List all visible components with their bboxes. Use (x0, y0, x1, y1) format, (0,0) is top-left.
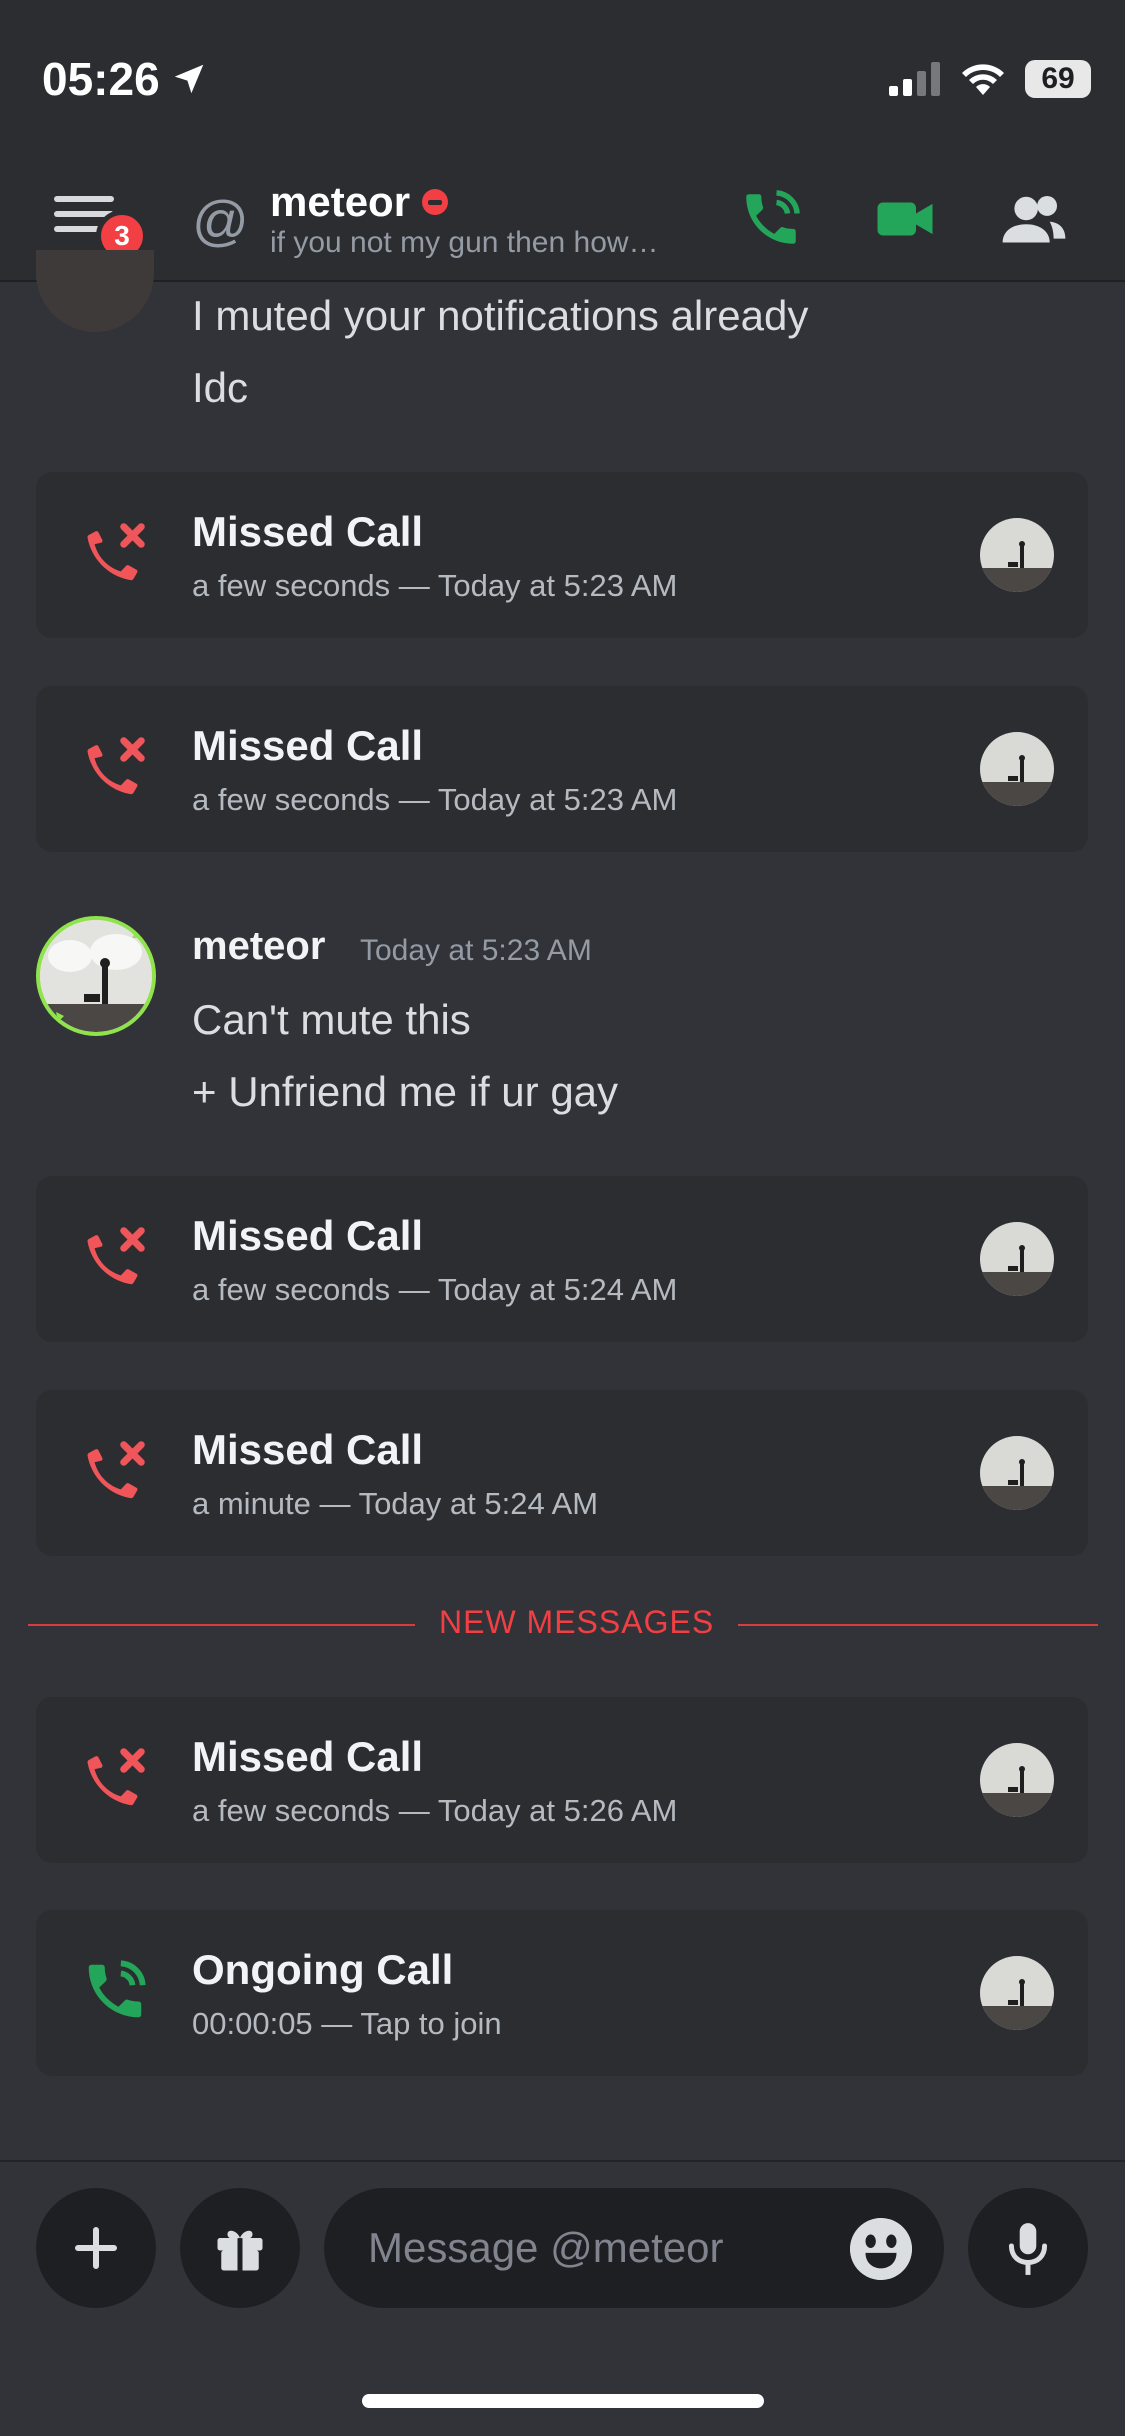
status-time: 05:26 (42, 52, 208, 106)
participant-avatar (980, 518, 1054, 592)
call-details: a few seconds — Today at 5:23 AM (192, 568, 678, 603)
wifi-icon (962, 64, 1004, 95)
call-details: a few seconds — Today at 5:24 AM (192, 1272, 678, 1307)
video-call-button[interactable] (872, 186, 938, 252)
dm-username: meteor (270, 178, 411, 225)
cellular-signal-icon (889, 62, 940, 96)
call-details: a few seconds — Today at 5:23 AM (192, 782, 678, 817)
call-title: Missed Call (192, 722, 424, 769)
missed-call-icon (87, 1748, 145, 1806)
call-title: Missed Call (192, 1426, 424, 1473)
call-details: a minute — Today at 5:24 AM (192, 1486, 599, 1521)
avatar[interactable] (36, 250, 154, 332)
call-title: Missed Call (192, 508, 424, 555)
dnd-status-icon (422, 189, 449, 215)
missed-call-card[interactable]: Missed Call a few seconds — Today at 5:2… (36, 472, 1088, 638)
ongoing-call-card[interactable]: Ongoing Call 00:00:05 — Tap to join (36, 1910, 1088, 2076)
message-input-placeholder: Message @meteor (368, 2224, 724, 2271)
plus-icon (75, 2227, 117, 2269)
call-title: Missed Call (192, 1733, 424, 1780)
participant-avatar (980, 1956, 1054, 2030)
missed-call-icon (87, 1227, 145, 1285)
missed-call-card[interactable]: Missed Call a few seconds — Today at 5:2… (36, 1176, 1088, 1342)
participant-avatar (980, 1222, 1054, 1296)
message-text: I muted your notifications already (192, 292, 809, 339)
missed-call-icon (87, 523, 145, 581)
author-name[interactable]: meteor (192, 924, 325, 969)
call-title: Missed Call (192, 1212, 424, 1259)
missed-call-card[interactable]: Missed Call a minute — Today at 5:24 AM (36, 1390, 1088, 1556)
author-avatar[interactable] (36, 916, 156, 1036)
call-details: 00:00:05 — Tap to join (192, 2006, 502, 2041)
gift-icon (217, 2230, 263, 2271)
message-text: + Unfriend me if ur gay (192, 1068, 619, 1115)
call-details: a few seconds — Today at 5:26 AM (192, 1793, 678, 1828)
participant-avatar (980, 1743, 1054, 1817)
call-title: Ongoing Call (192, 1946, 454, 1993)
participant-avatar (980, 732, 1054, 806)
channel-title[interactable]: meteor (270, 178, 449, 226)
emoji-picker-icon[interactable] (850, 2218, 912, 2280)
add-attachment-button[interactable] (36, 2188, 156, 2308)
at-sign-icon: @ (192, 189, 249, 252)
message-timestamp: Today at 5:23 AM (360, 934, 592, 967)
new-messages-label: NEW MESSAGES (415, 1604, 739, 1641)
missed-call-card[interactable]: Missed Call a few seconds — Today at 5:2… (36, 1697, 1088, 1863)
missed-call-icon (87, 1441, 145, 1499)
voice-message-button[interactable] (968, 2188, 1088, 2308)
battery-indicator: 69 (1025, 60, 1091, 98)
location-arrow-icon (174, 64, 203, 94)
home-indicator (362, 2394, 764, 2408)
ongoing-call-button[interactable] (738, 186, 804, 252)
missed-call-icon (87, 737, 145, 795)
microphone-icon (1008, 2223, 1048, 2275)
members-button[interactable] (1000, 186, 1068, 252)
custom-status: if you not my gun then how… (270, 226, 659, 259)
participant-avatar (980, 1436, 1054, 1510)
ongoing-call-icon (88, 1960, 146, 2018)
message-text: Can't mute this (192, 996, 471, 1043)
status-indicators: 69 (889, 60, 1091, 98)
gift-button[interactable] (180, 2188, 300, 2308)
missed-call-card[interactable]: Missed Call a few seconds — Today at 5:2… (36, 686, 1088, 852)
message-text: Idc (192, 364, 249, 411)
top-bar: 05:26 69 3 @ meteor if you not my gun th… (0, 0, 1125, 282)
status-time-text: 05:26 (42, 53, 160, 105)
